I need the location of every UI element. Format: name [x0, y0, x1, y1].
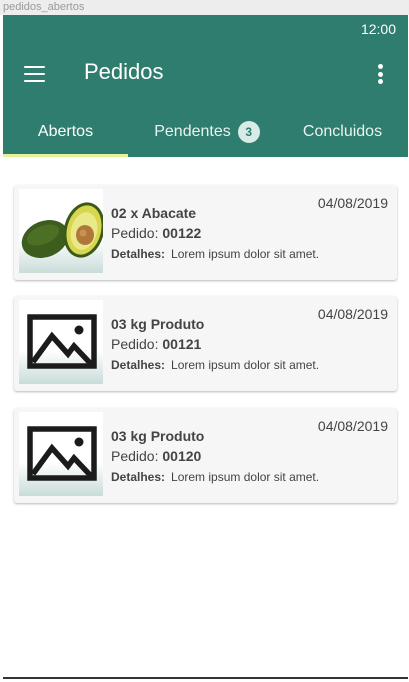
order-details: Detalhes: Lorem ipsum dolor sit amet. — [111, 247, 319, 261]
app-bar: 12:00 Pedidos Abertos Pendentes 3 Conclu… — [3, 15, 408, 157]
order-date: 04/08/2019 — [317, 418, 388, 434]
order-product-name: 03 kg Produto — [111, 428, 205, 444]
order-date: 04/08/2019 — [317, 195, 388, 211]
order-number-prefix: Pedido: — [111, 225, 159, 241]
tab-pendentes[interactable]: Pendentes 3 — [141, 110, 273, 153]
status-bar-time: 12:00 — [360, 21, 396, 37]
order-number-prefix: Pedido: — [111, 448, 159, 464]
order-details-text: Lorem ipsum dolor sit amet. — [171, 470, 320, 484]
tab-abertos[interactable]: Abertos — [3, 110, 128, 153]
tab-abertos-label: Abertos — [37, 122, 94, 140]
order-card[interactable]: 03 kg Produto Pedido: 00121 Detalhes: Lor… — [14, 296, 397, 391]
frame-label: pedidos_abertos — [0, 0, 409, 15]
order-details-text: Lorem ipsum dolor sit amet. — [171, 358, 320, 372]
order-date: 04/08/2019 — [317, 306, 388, 322]
active-tab-indicator — [3, 154, 128, 157]
tab-bar: Abertos Pendentes 3 Concluidos — [3, 110, 408, 157]
order-card[interactable]: 02 x Abacate Pedido: 00122 Detalhes: Lore… — [14, 185, 397, 280]
order-product-name: 03 kg Produto — [111, 316, 205, 332]
pendentes-count-badge: 3 — [237, 120, 260, 143]
order-number: Pedido: 00121 — [111, 336, 201, 352]
page-title: Pedidos — [84, 59, 164, 84]
tab-pendentes-label: Pendentes — [154, 122, 231, 140]
more-options-icon[interactable] — [377, 64, 385, 84]
order-details-text: Lorem ipsum dolor sit amet. — [171, 247, 320, 261]
menu-icon[interactable] — [24, 66, 45, 83]
order-details-label: Detalhes: — [111, 470, 166, 484]
tab-concluidos[interactable]: Concluidos — [281, 110, 404, 153]
avocado-image — [19, 189, 103, 273]
order-number-value: 00121 — [162, 336, 202, 352]
order-number-value: 00122 — [162, 225, 202, 241]
order-number-value: 00120 — [162, 448, 202, 464]
image-placeholder-icon — [19, 300, 103, 384]
tab-concluidos-label: Concluidos — [302, 122, 383, 140]
order-details-label: Detalhes: — [111, 247, 166, 261]
order-details: Detalhes: Lorem ipsum dolor sit amet. — [111, 358, 319, 372]
order-number: Pedido: 00120 — [111, 448, 201, 464]
order-product-name: 02 x Abacate — [111, 205, 197, 221]
order-number: Pedido: 00122 — [111, 225, 201, 241]
order-details-label: Detalhes: — [111, 358, 166, 372]
order-number-prefix: Pedido: — [111, 336, 159, 352]
image-placeholder-icon — [19, 412, 103, 496]
order-card[interactable]: 03 kg Produto Pedido: 00120 Detalhes: Lor… — [14, 408, 397, 503]
phone-screen: 12:00 Pedidos Abertos Pendentes 3 Conclu… — [3, 15, 408, 679]
order-details: Detalhes: Lorem ipsum dolor sit amet. — [111, 470, 319, 484]
